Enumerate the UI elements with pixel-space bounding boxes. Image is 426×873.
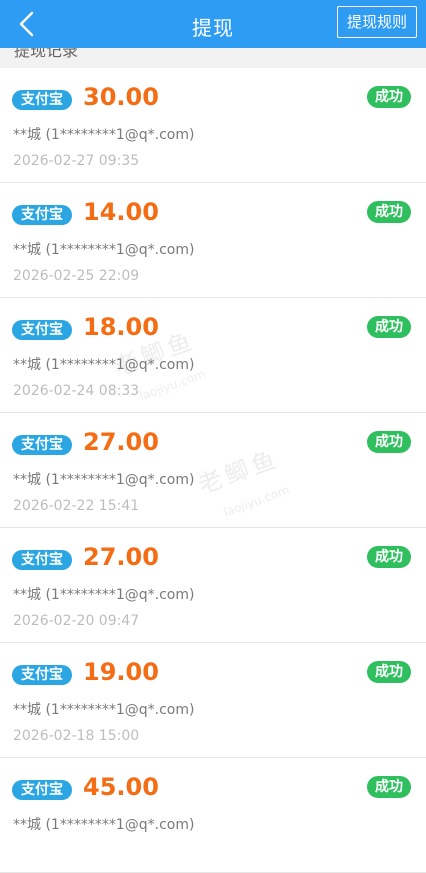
amount: 19.00: [83, 658, 159, 686]
record-item[interactable]: 支付宝 14.00 成功 **城 (1********1@q*.com) 202…: [0, 183, 426, 298]
record-item[interactable]: 支付宝 27.00 成功 **城 (1********1@q*.com) 202…: [0, 528, 426, 643]
alipay-badge: 支付宝: [12, 320, 72, 340]
status-badge: 成功: [367, 546, 411, 568]
status-badge: 成功: [367, 431, 411, 453]
account-text: **城 (1********1@q*.com): [13, 127, 195, 143]
amount: 14.00: [83, 198, 159, 226]
timestamp: 2026-02-22 15:41: [13, 498, 140, 514]
account-text: **城 (1********1@q*.com): [13, 242, 195, 258]
timestamp: 2026-02-18 15:00: [13, 728, 140, 744]
account-text: **城 (1********1@q*.com): [13, 702, 195, 718]
account-text: **城 (1********1@q*.com): [13, 817, 195, 833]
record-item[interactable]: 支付宝 18.00 成功 **城 (1********1@q*.com) 202…: [0, 298, 426, 413]
status-badge: 成功: [367, 776, 411, 798]
alipay-badge: 支付宝: [12, 90, 72, 110]
amount: 27.00: [83, 428, 159, 456]
status-badge: 成功: [367, 86, 411, 108]
alipay-badge: 支付宝: [12, 550, 72, 570]
timestamp: 2026-02-20 09:47: [13, 613, 140, 629]
timestamp: 2026-02-24 08:33: [13, 383, 140, 399]
record-item[interactable]: 支付宝 27.00 成功 **城 (1********1@q*.com) 202…: [0, 413, 426, 528]
amount: 27.00: [83, 543, 159, 571]
account-text: **城 (1********1@q*.com): [13, 472, 195, 488]
header-bar: 提现 提现规则: [0, 0, 426, 48]
withdraw-rules-button[interactable]: 提现规则: [336, 6, 417, 38]
status-badge: 成功: [367, 201, 411, 223]
alipay-badge: 支付宝: [12, 665, 72, 685]
amount: 30.00: [83, 83, 159, 111]
section-header: 提现记录: [0, 48, 426, 68]
account-text: **城 (1********1@q*.com): [13, 357, 195, 373]
amount: 18.00: [83, 313, 159, 341]
withdraw-record-list: 支付宝 30.00 成功 **城 (1********1@q*.com) 202…: [0, 68, 426, 873]
record-item[interactable]: 支付宝 19.00 成功 **城 (1********1@q*.com) 202…: [0, 643, 426, 758]
alipay-badge: 支付宝: [12, 435, 72, 455]
timestamp: 2026-02-27 09:35: [13, 153, 140, 169]
record-item[interactable]: 支付宝 45.00 成功 **城 (1********1@q*.com): [0, 758, 426, 873]
alipay-badge: 支付宝: [12, 205, 72, 225]
timestamp: 2026-02-25 22:09: [13, 268, 140, 284]
section-title: 提现记录: [14, 48, 79, 60]
status-badge: 成功: [367, 316, 411, 338]
record-item[interactable]: 支付宝 30.00 成功 **城 (1********1@q*.com) 202…: [0, 68, 426, 183]
status-badge: 成功: [367, 661, 411, 683]
amount: 45.00: [83, 773, 159, 801]
alipay-badge: 支付宝: [12, 780, 72, 800]
account-text: **城 (1********1@q*.com): [13, 587, 195, 603]
